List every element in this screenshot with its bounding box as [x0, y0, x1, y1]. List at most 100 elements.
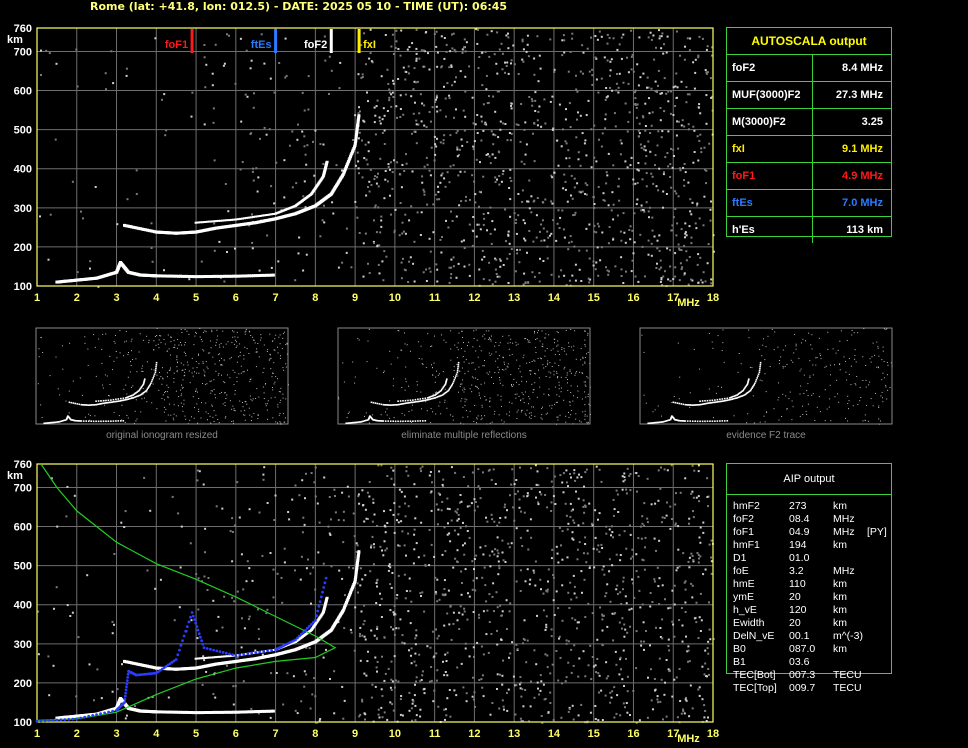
noise-dot — [387, 569, 390, 572]
noise-dot — [368, 180, 371, 183]
thumbnail-noise — [475, 377, 477, 379]
noise-dot — [685, 259, 688, 262]
noise-dot — [522, 637, 525, 640]
noise-dot — [319, 143, 322, 145]
noise-dot — [631, 259, 634, 262]
noise-dot — [561, 39, 564, 42]
thumbnail-noise — [430, 422, 432, 424]
noise-dot — [449, 605, 452, 607]
noise-dot — [600, 77, 603, 80]
thumbnail-noise — [192, 396, 194, 398]
noise-dot — [684, 222, 687, 225]
noise-dot — [473, 140, 476, 143]
thumbnail-noise — [123, 355, 125, 357]
noise-dot — [482, 129, 485, 132]
noise-dot — [611, 531, 614, 534]
thumbnail-noise — [204, 375, 206, 377]
noise-dot — [403, 495, 406, 498]
noise-dot — [536, 470, 539, 473]
noise-dot — [639, 606, 642, 609]
thumbnail-noise — [203, 369, 205, 371]
noise-dot — [73, 494, 76, 497]
noise-dot — [680, 124, 683, 127]
noise-dot — [538, 693, 541, 696]
noise-dot — [671, 166, 674, 169]
thumbnail-noise — [146, 335, 148, 337]
noise-dot — [698, 686, 701, 689]
thumbnail-noise — [221, 391, 222, 393]
noise-dot — [491, 702, 494, 704]
noise-dot — [681, 640, 684, 643]
noise-dot — [677, 548, 680, 551]
noise-dot — [518, 506, 521, 509]
noise-dot — [369, 168, 372, 171]
noise-dot — [507, 233, 510, 236]
noise-dot — [468, 655, 471, 658]
noise-dot — [594, 268, 597, 271]
noise-dot — [428, 68, 431, 71]
thumbnail-noise — [444, 401, 446, 403]
thumbnail-noise — [202, 331, 204, 333]
noise-dot — [399, 116, 402, 118]
noise-dot — [573, 644, 576, 647]
noise-dot — [450, 638, 453, 641]
noise-dot — [434, 193, 437, 196]
noise-dot — [353, 535, 356, 538]
noise-dot — [506, 139, 509, 142]
noise-dot — [676, 30, 678, 33]
thumbnail-noise — [472, 346, 474, 348]
noise-dot — [468, 65, 471, 68]
noise-dot — [643, 145, 646, 148]
noise-dot — [589, 711, 592, 714]
noise-dot — [691, 201, 694, 204]
noise-dot — [619, 153, 622, 156]
blue-trace-point — [322, 586, 326, 589]
noise-dot — [594, 509, 597, 512]
noise-dot — [373, 513, 376, 516]
thumbnail-trace — [155, 365, 157, 368]
noise-dot — [471, 96, 474, 99]
noise-dot — [626, 130, 629, 133]
thumbnail-noise — [38, 348, 40, 350]
noise-dot — [663, 110, 666, 113]
noise-dot — [352, 139, 355, 141]
noise-dot — [625, 488, 628, 491]
thumbnail-noise — [124, 341, 126, 343]
noise-dot — [522, 642, 524, 645]
noise-dot — [212, 107, 215, 110]
noise-dot — [464, 75, 467, 78]
noise-dot — [363, 712, 366, 715]
thumbnail-noise — [173, 404, 175, 406]
noise-dot — [637, 537, 640, 540]
noise-dot — [664, 156, 667, 159]
noise-dot — [644, 149, 647, 152]
noise-dot — [558, 227, 561, 229]
noise-dot — [553, 68, 556, 71]
noise-dot — [428, 169, 431, 172]
thumbnail-noise — [274, 396, 276, 398]
noise-dot — [525, 50, 528, 53]
noise-dot — [419, 592, 422, 595]
noise-dot — [644, 125, 647, 127]
noise-dot — [484, 584, 487, 587]
noise-dot — [352, 512, 355, 515]
noise-dot — [413, 240, 416, 243]
thumbnail-noise — [524, 413, 526, 415]
noise-dot — [707, 243, 710, 246]
noise-dot — [330, 69, 333, 72]
noise-dot — [354, 200, 357, 203]
noise-dot — [638, 589, 641, 592]
noise-dot — [604, 127, 607, 130]
noise-dot — [436, 65, 439, 68]
noise-dot — [428, 237, 431, 240]
noise-dot — [568, 607, 571, 609]
noise-dot — [455, 276, 458, 279]
noise-dot — [516, 648, 519, 651]
noise-dot — [356, 216, 359, 219]
noise-dot — [367, 141, 370, 144]
noise-dot — [467, 592, 469, 595]
thumbnail-noise — [258, 396, 260, 398]
thumbnail-noise — [354, 382, 356, 384]
thumbnail-noise — [471, 362, 473, 364]
noise-dot — [367, 262, 369, 265]
